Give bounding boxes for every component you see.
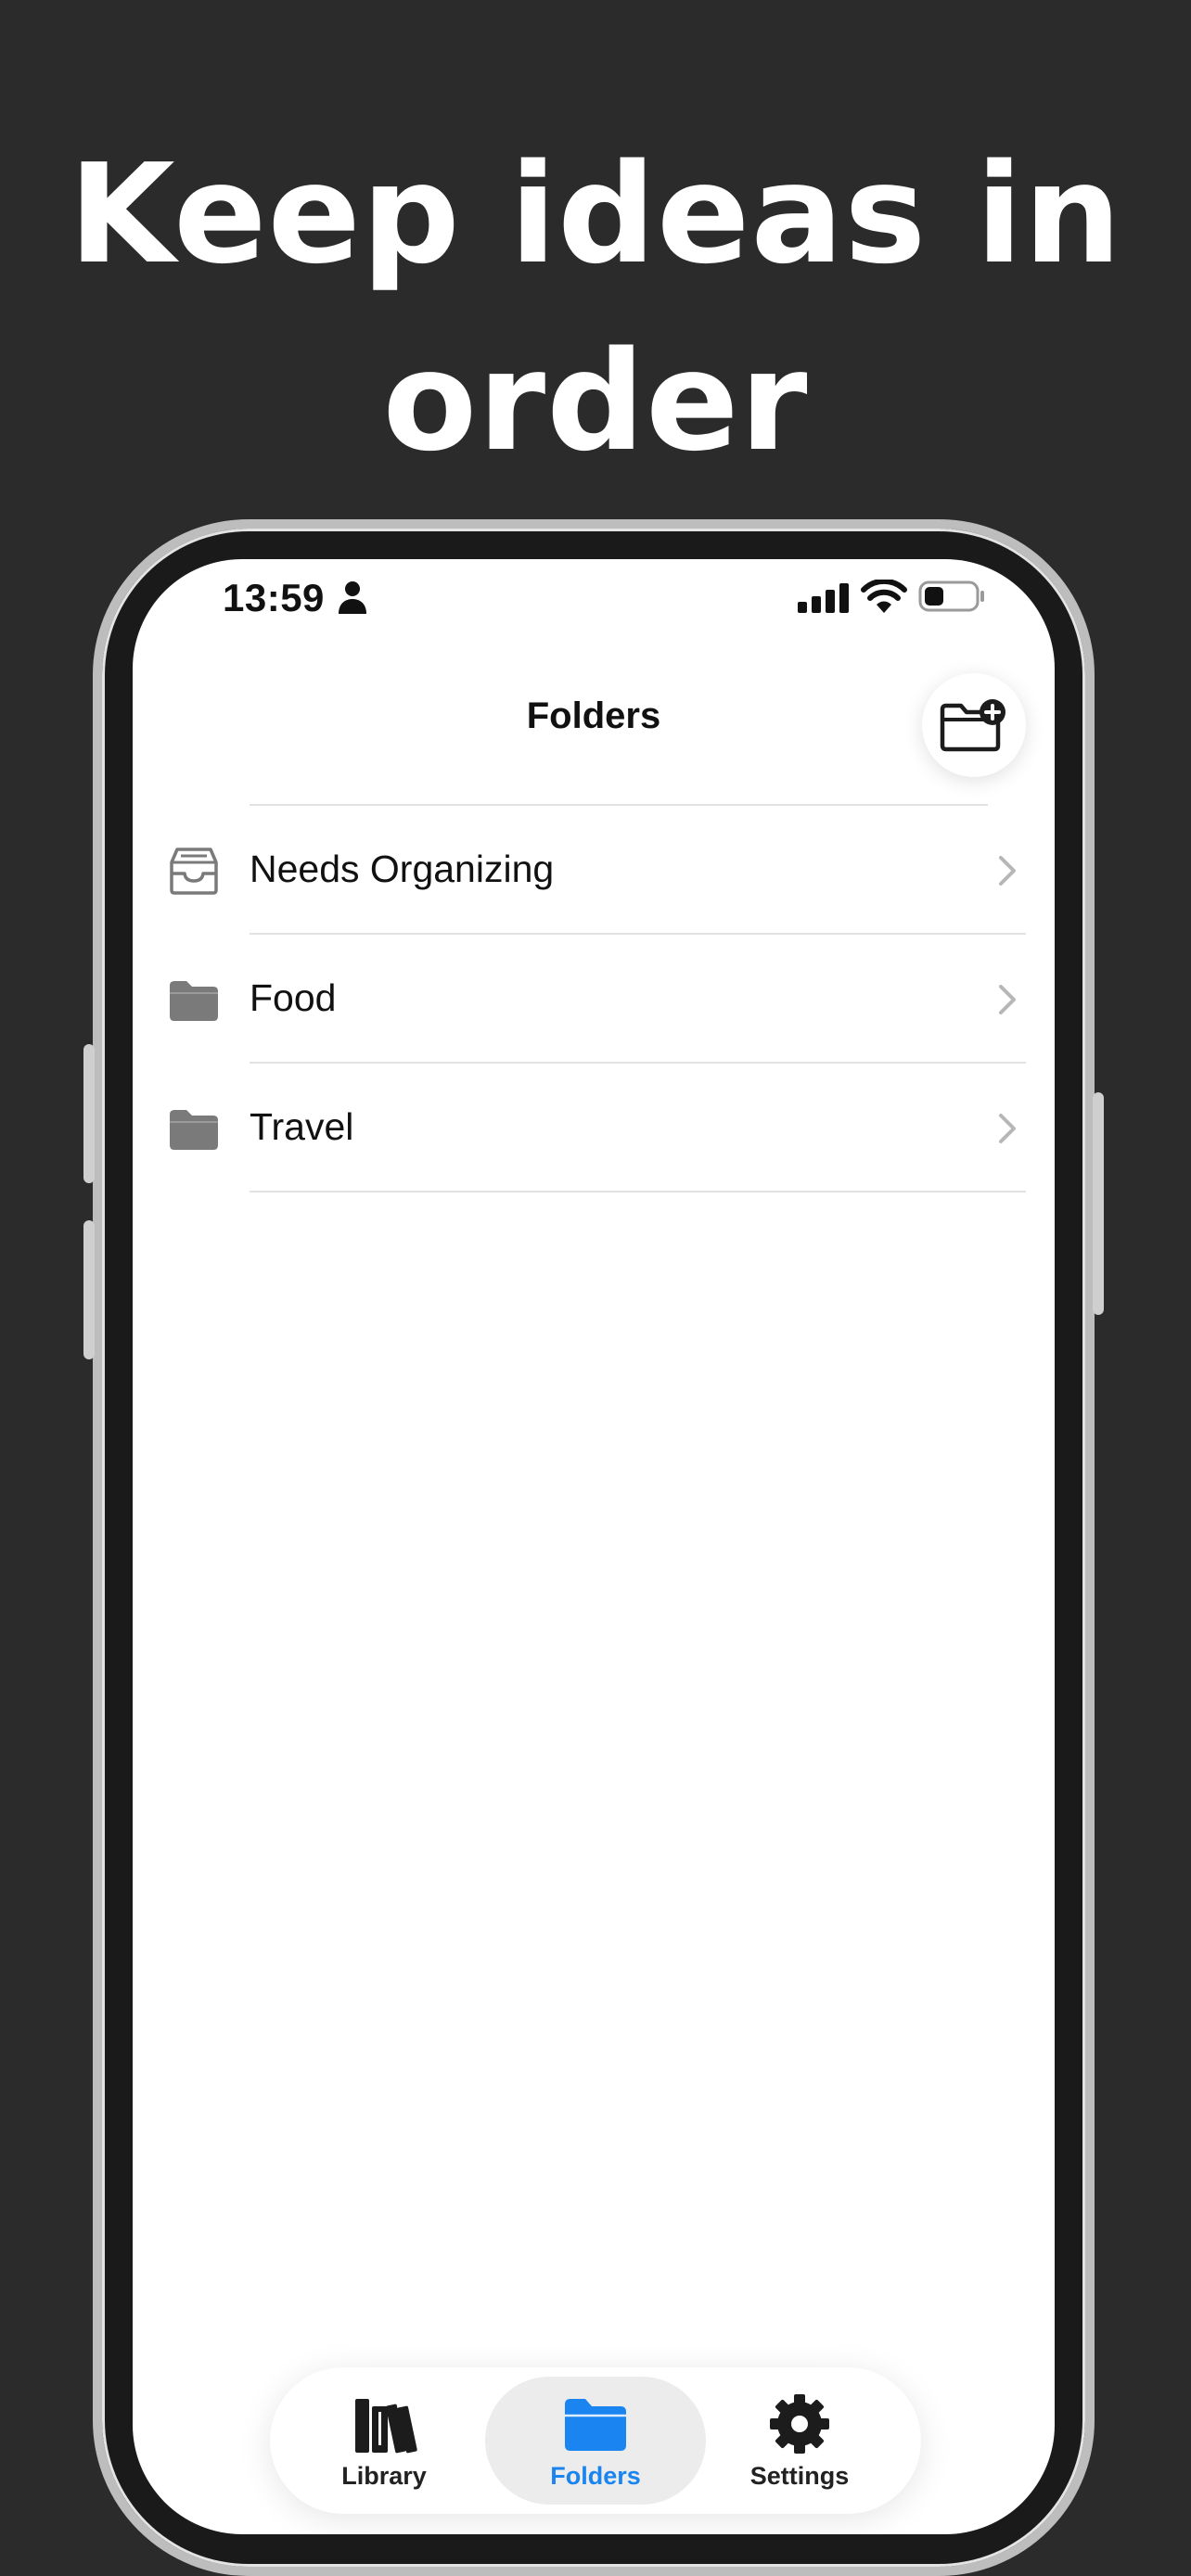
- new-folder-button[interactable]: [922, 673, 1026, 777]
- tab-library[interactable]: Library: [274, 2377, 494, 2505]
- cellular-signal-icon: [798, 583, 849, 613]
- chevron-right-icon: [999, 985, 1016, 1014]
- folder-name: Food: [250, 976, 337, 1019]
- chevron-right-icon: [999, 856, 1016, 886]
- status-time: 13:59: [223, 576, 325, 619]
- folder-plus-icon: [940, 699, 1005, 752]
- folder-list: Needs Organizing Food Travel: [133, 806, 1055, 1192]
- books-icon: [355, 2399, 417, 2454]
- headline-line-1: Keep ideas in: [69, 134, 1122, 294]
- row-divider: [250, 1191, 1026, 1192]
- tab-settings[interactable]: Settings: [689, 2377, 910, 2505]
- page-title: Folders: [526, 695, 661, 736]
- tab-label: Folders: [550, 2462, 641, 2490]
- app-screen: 13:59 Folders Needs Organizing Food Trav…: [133, 559, 1055, 2534]
- folder-icon: [170, 1110, 218, 1150]
- marketing-headline: Keep ideas in order: [0, 121, 1191, 495]
- folder-row-food[interactable]: Food: [133, 935, 1055, 1064]
- inbox-tray-icon: [170, 848, 218, 895]
- battery-icon: [918, 580, 984, 612]
- chevron-right-icon: [999, 1114, 1016, 1143]
- folder-icon: [170, 981, 218, 1021]
- phone-power-button: [1093, 1092, 1104, 1315]
- tab-label: Library: [341, 2462, 427, 2490]
- tab-bar: Library Folders Settings: [270, 2367, 921, 2514]
- folder-row-travel[interactable]: Travel: [133, 1064, 1055, 1192]
- folder-row-needs-organizing[interactable]: Needs Organizing: [133, 806, 1055, 935]
- wifi-icon: [861, 580, 907, 613]
- phone-volume-up-button: [83, 1044, 95, 1183]
- phone-volume-down-button: [83, 1220, 95, 1359]
- folder-icon: [565, 2399, 626, 2451]
- headline-line-2: order: [382, 322, 809, 481]
- folder-name: Travel: [250, 1105, 354, 1148]
- folder-name: Needs Organizing: [250, 848, 555, 890]
- person-icon: [339, 581, 366, 614]
- tab-folders[interactable]: Folders: [485, 2377, 706, 2505]
- gear-icon: [770, 2394, 829, 2454]
- tab-label: Settings: [749, 2462, 850, 2490]
